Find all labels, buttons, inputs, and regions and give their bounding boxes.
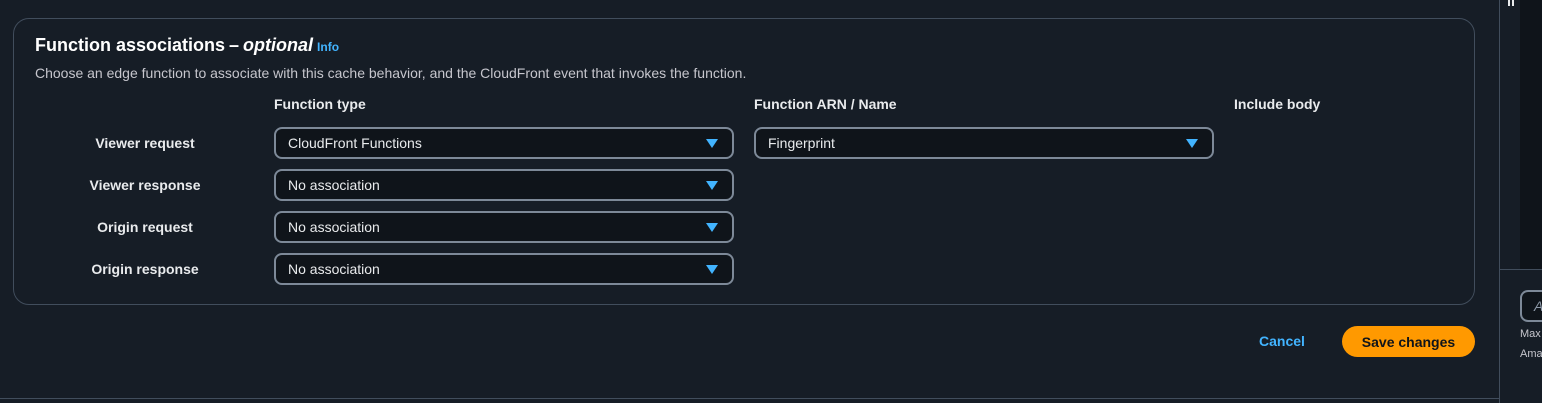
column-header-include-body: Include body bbox=[1234, 96, 1321, 112]
resize-handle-icon[interactable] bbox=[1508, 0, 1514, 6]
save-changes-button[interactable]: Save changes bbox=[1342, 326, 1475, 357]
section-title: Function associations – optional Info bbox=[35, 35, 339, 56]
section-description: Choose an edge function to associate wit… bbox=[35, 65, 747, 81]
function-associations-panel: Function associations – optional Info Ch… bbox=[13, 18, 1475, 305]
viewer-request-function-arn-select[interactable]: Fingerprint bbox=[754, 127, 1214, 159]
select-value: No association bbox=[288, 177, 380, 193]
divider bbox=[0, 398, 1499, 399]
scrollbar[interactable] bbox=[1520, 0, 1542, 270]
caret-down-icon bbox=[706, 181, 718, 190]
origin-response-function-type-select[interactable]: No association bbox=[274, 253, 734, 285]
side-panel: A Max Ama bbox=[1499, 0, 1542, 403]
section-title-optional: optional bbox=[243, 35, 314, 55]
viewer-response-function-type-select[interactable]: No association bbox=[274, 169, 734, 201]
select-value: CloudFront Functions bbox=[288, 135, 422, 151]
caret-down-icon bbox=[1186, 139, 1198, 148]
main-content: Function associations – optional Info Ch… bbox=[0, 0, 1499, 403]
origin-request-function-type-select[interactable]: No association bbox=[274, 211, 734, 243]
row-label-origin-response: Origin response bbox=[91, 261, 199, 277]
caret-down-icon bbox=[706, 265, 718, 274]
side-panel-input[interactable]: A bbox=[1520, 290, 1542, 322]
row-label-origin-request: Origin request bbox=[97, 219, 193, 235]
caret-down-icon bbox=[706, 139, 718, 148]
select-value: Fingerprint bbox=[768, 135, 835, 151]
divider bbox=[1500, 269, 1542, 270]
row-label-viewer-request: Viewer request bbox=[95, 135, 195, 151]
row-label-viewer-response: Viewer response bbox=[89, 177, 201, 193]
select-value: No association bbox=[288, 261, 380, 277]
section-title-text: Function associations bbox=[35, 35, 226, 55]
select-value: No association bbox=[288, 219, 380, 235]
info-link[interactable]: Info bbox=[317, 40, 339, 54]
viewer-request-function-type-select[interactable]: CloudFront Functions bbox=[274, 127, 734, 159]
side-panel-note: Max bbox=[1520, 328, 1541, 340]
caret-down-icon bbox=[706, 223, 718, 232]
section-title-dash: – bbox=[229, 35, 240, 55]
side-panel-note: Ama bbox=[1520, 348, 1542, 360]
cancel-button[interactable]: Cancel bbox=[1253, 325, 1311, 357]
column-header-function-arn: Function ARN / Name bbox=[754, 96, 897, 112]
column-header-function-type: Function type bbox=[274, 96, 366, 112]
